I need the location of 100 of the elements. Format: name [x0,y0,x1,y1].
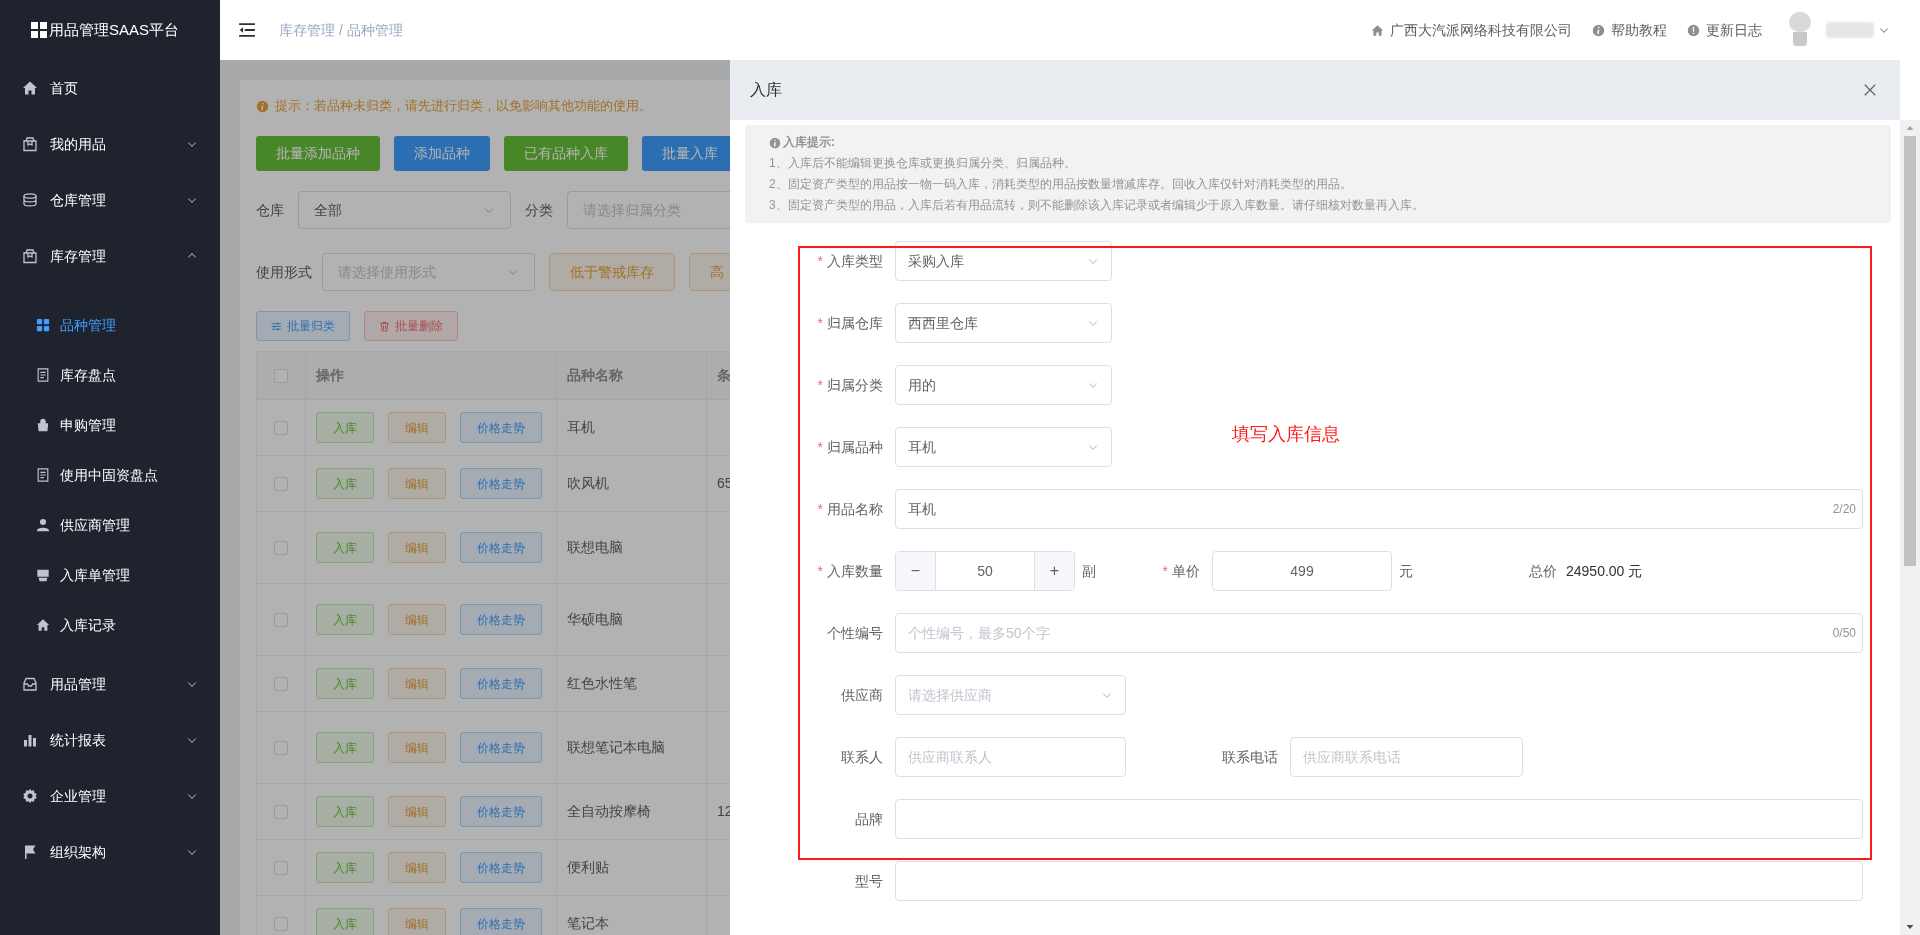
batch-button[interactable]: 批量归类 [256,311,350,341]
row-action-button[interactable]: 入库 [316,852,374,883]
sidebar-item[interactable]: 仓库管理 [0,172,220,228]
row-action-button[interactable]: 入库 [316,532,374,563]
row-action-button[interactable]: 价格走势 [460,468,542,499]
decrement-button[interactable]: − [896,552,936,590]
table-cell: 联想笔记本电脑 [557,712,707,783]
row-action-button[interactable]: 入库 [316,668,374,699]
sidebar-subitem[interactable]: 申购管理 [0,400,220,450]
select-field[interactable]: 全部 [298,191,511,229]
sidebar-item[interactable]: 我的用品 [0,116,220,172]
row-action-button[interactable]: 价格走势 [460,532,542,563]
input-field[interactable]: 个性编号，最多50个字 0/50 [895,613,1863,653]
table-cell: 笔记本 [557,896,707,935]
row-action-button[interactable]: 入库 [316,468,374,499]
field-label: 联系人 [841,747,883,767]
row-action-button[interactable]: 编辑 [388,908,446,935]
select-field[interactable]: 西西里仓库 [895,303,1112,343]
input-field[interactable] [895,861,1863,901]
row-action-button[interactable]: 编辑 [388,732,446,763]
number-stepper[interactable]: − 50 + [895,551,1075,591]
row-action-button[interactable]: 编辑 [388,412,446,443]
checkbox[interactable] [274,368,288,383]
sidebar-subitem[interactable]: 库存盘点 [0,350,220,400]
price-field[interactable]: 499 [1212,551,1392,591]
action-button[interactable]: 批量添加品种 [256,136,380,171]
header-link[interactable]: 更新日志 [1687,19,1762,41]
scroll-bar[interactable] [1900,120,1920,935]
sidebar-item[interactable]: 用品管理 [0,656,220,712]
table-cell: 全自动按摩椅 [557,784,707,839]
sidebar-item[interactable]: 库存管理 [0,228,220,284]
table-cell: 华硕电脑 [557,584,707,655]
row-action-button[interactable]: 入库 [316,908,374,935]
row-action-button[interactable]: 编辑 [388,668,446,699]
field-label: 品牌 [855,809,883,829]
input-field[interactable]: 耳机 2/20 [895,489,1863,529]
logo-text: 用品管理SAAS平台 [49,19,179,40]
row-action-button[interactable]: 价格走势 [460,908,542,935]
select-field[interactable]: 耳机 [895,427,1112,467]
sidebar-item[interactable]: 统计报表 [0,712,220,768]
row-action-button[interactable]: 编辑 [388,532,446,563]
sidebar-subitem[interactable]: 入库记录 [0,600,220,650]
select-field[interactable]: 采购入库 [895,241,1112,281]
select-field[interactable]: 用的 [895,365,1112,405]
total-value: 24950.00 元 [1566,561,1643,581]
checkbox[interactable] [274,740,288,755]
trash-icon [379,320,390,332]
sidebar-item[interactable]: 组织架构 [0,824,220,880]
row-action-button[interactable]: 编辑 [388,604,446,635]
blurred-username [1826,22,1874,38]
flag-icon [22,844,38,860]
checkbox[interactable] [274,676,288,691]
row-action-button[interactable]: 入库 [316,412,374,443]
select-field[interactable]: 请选择供应商 [895,675,1126,715]
row-action-button[interactable]: 价格走势 [460,604,542,635]
sidebar-item[interactable]: 企业管理 [0,768,220,824]
input-field[interactable] [895,799,1863,839]
row-action-button[interactable]: 入库 [316,604,374,635]
checkbox[interactable] [274,420,288,435]
row-action-button[interactable]: 编辑 [388,852,446,883]
sidebar-subitem[interactable]: 供应商管理 [0,500,220,550]
action-button[interactable]: 已有品种入库 [504,136,628,171]
checkbox[interactable] [274,540,288,555]
input-field[interactable]: 供应商联系人 [895,737,1126,777]
checkbox[interactable] [274,612,288,627]
row-action-button[interactable]: 价格走势 [460,852,542,883]
sidebar-item[interactable]: 首页 [0,60,220,116]
header-link[interactable]: 帮助教程 [1592,19,1667,41]
document-icon [36,468,50,482]
checkbox[interactable] [274,804,288,819]
row-action-button[interactable]: 价格走势 [460,668,542,699]
home-icon [22,80,38,96]
action-button[interactable]: 添加品种 [394,136,490,171]
sidebar-subitem[interactable]: 入库单管理 [0,550,220,600]
row-action-button[interactable]: 编辑 [388,796,446,827]
row-action-button[interactable]: 入库 [316,732,374,763]
row-action-button[interactable]: 入库 [316,796,374,827]
increment-button[interactable]: + [1034,552,1074,590]
settings-icon [22,788,38,804]
row-action-button[interactable]: 价格走势 [460,796,542,827]
breadcrumb: 库存管理 / 品种管理 [279,20,403,40]
checkbox[interactable] [274,476,288,491]
row-action-button[interactable]: 编辑 [388,468,446,499]
alert-icon [1687,23,1700,37]
row-action-button[interactable]: 价格走势 [460,732,542,763]
filter-button[interactable]: 低于警戒库存 [549,253,675,291]
sliders-icon [271,320,282,332]
header-link[interactable]: 广西大汽派网络科技有限公司 [1371,19,1572,41]
row-action-button[interactable]: 价格走势 [460,412,542,443]
checkbox[interactable] [274,916,288,931]
batch-button[interactable]: 批量删除 [364,311,458,341]
sidebar-subitem[interactable]: 使用中固资盘点 [0,450,220,500]
required-mark: * [817,251,823,271]
checkbox[interactable] [274,860,288,875]
field-label: 归属分类 [827,375,883,395]
unit-text: 副 [1082,561,1097,581]
input-field[interactable]: 供应商联系电话 [1290,737,1523,777]
required-mark: * [817,437,823,457]
sidebar-subitem[interactable]: 品种管理 [0,300,220,350]
table-cell: 红色水性笔 [557,656,707,711]
